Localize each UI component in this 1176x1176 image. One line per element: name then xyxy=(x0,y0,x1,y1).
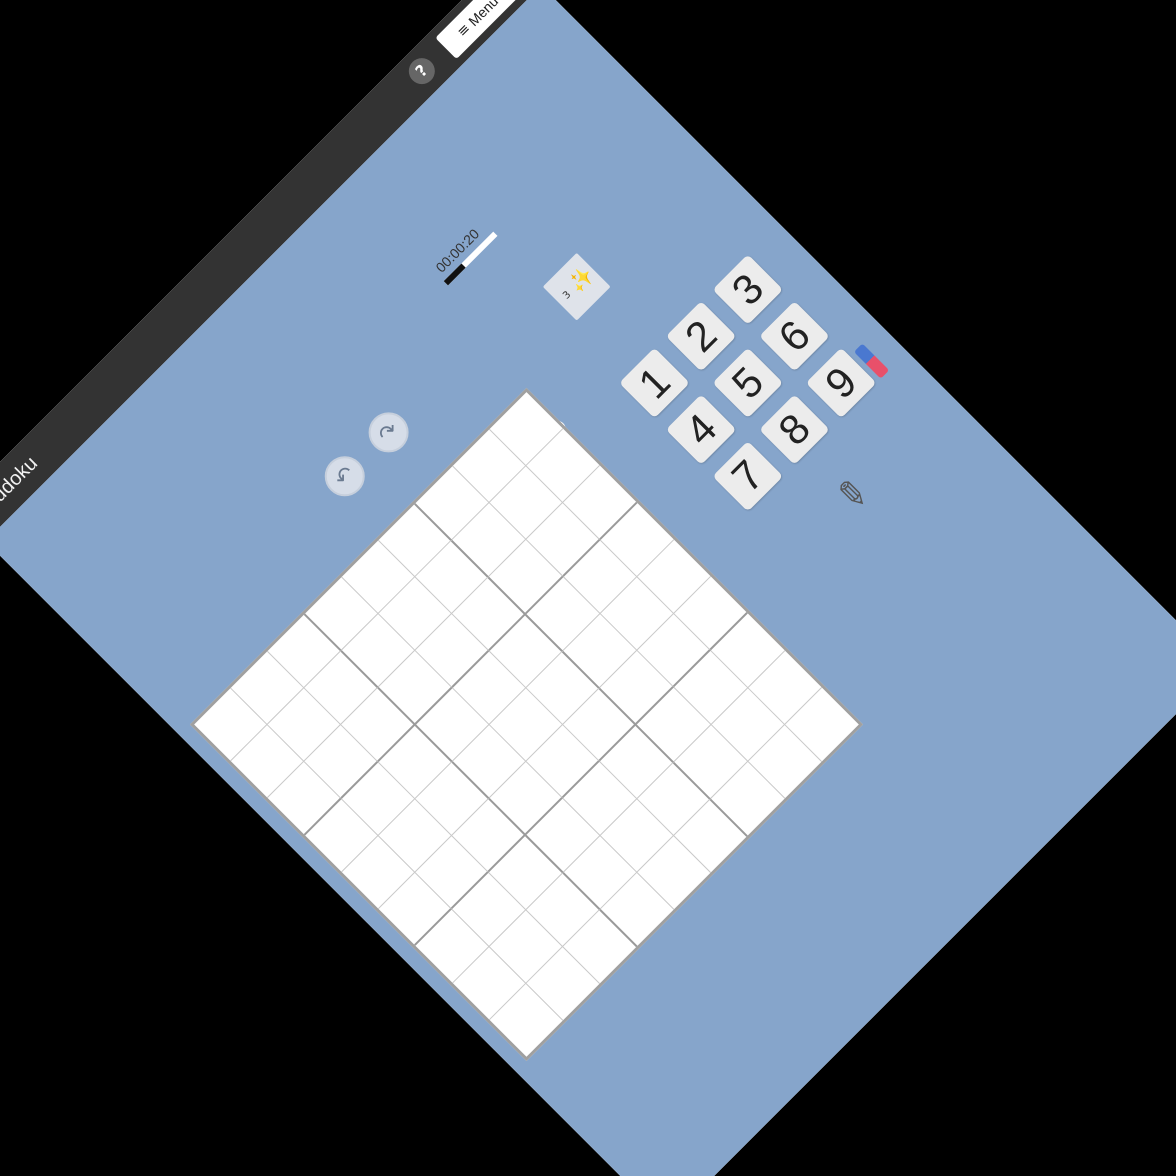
undo-icon: ↶ xyxy=(329,460,361,492)
key-8[interactable]: 8 xyxy=(759,394,830,465)
redo-icon: ↷ xyxy=(373,417,404,448)
game-area: 00:00:20 ↶ ↷ 3 ✨ 1 2 3 4 5 6 7 8 9 ✎ xyxy=(0,0,1176,1176)
number-keypad: 1 2 3 4 5 6 7 8 9 xyxy=(619,254,877,512)
redo-button[interactable]: ↷ xyxy=(360,404,417,461)
app-window: Sudoku ? ≡ Menu 00:00:20 ↶ ↷ 3 ✨ 1 2 3 4… xyxy=(0,0,1176,1176)
hint-button[interactable]: 3 ✨ xyxy=(542,252,611,321)
key-1[interactable]: 1 xyxy=(619,347,690,419)
magic-wand-icon: ✨ xyxy=(563,262,599,297)
help-button[interactable]: ? xyxy=(403,52,441,90)
pencil-icon[interactable]: ✎ xyxy=(837,475,867,516)
key-4[interactable]: 4 xyxy=(665,394,737,465)
key-7[interactable]: 7 xyxy=(712,440,784,512)
key-6[interactable]: 6 xyxy=(759,300,830,372)
key-3[interactable]: 3 xyxy=(712,254,784,325)
hint-number: 3 xyxy=(561,289,574,302)
menu-label: Menu xyxy=(465,0,502,30)
key-2[interactable]: 2 xyxy=(665,300,737,372)
key-5[interactable]: 5 xyxy=(712,347,784,419)
undo-button[interactable]: ↶ xyxy=(316,447,374,505)
screen: Sudoku ? ≡ Menu 00:00:20 ↶ ↷ 3 ✨ 1 2 3 4… xyxy=(0,0,1176,1176)
